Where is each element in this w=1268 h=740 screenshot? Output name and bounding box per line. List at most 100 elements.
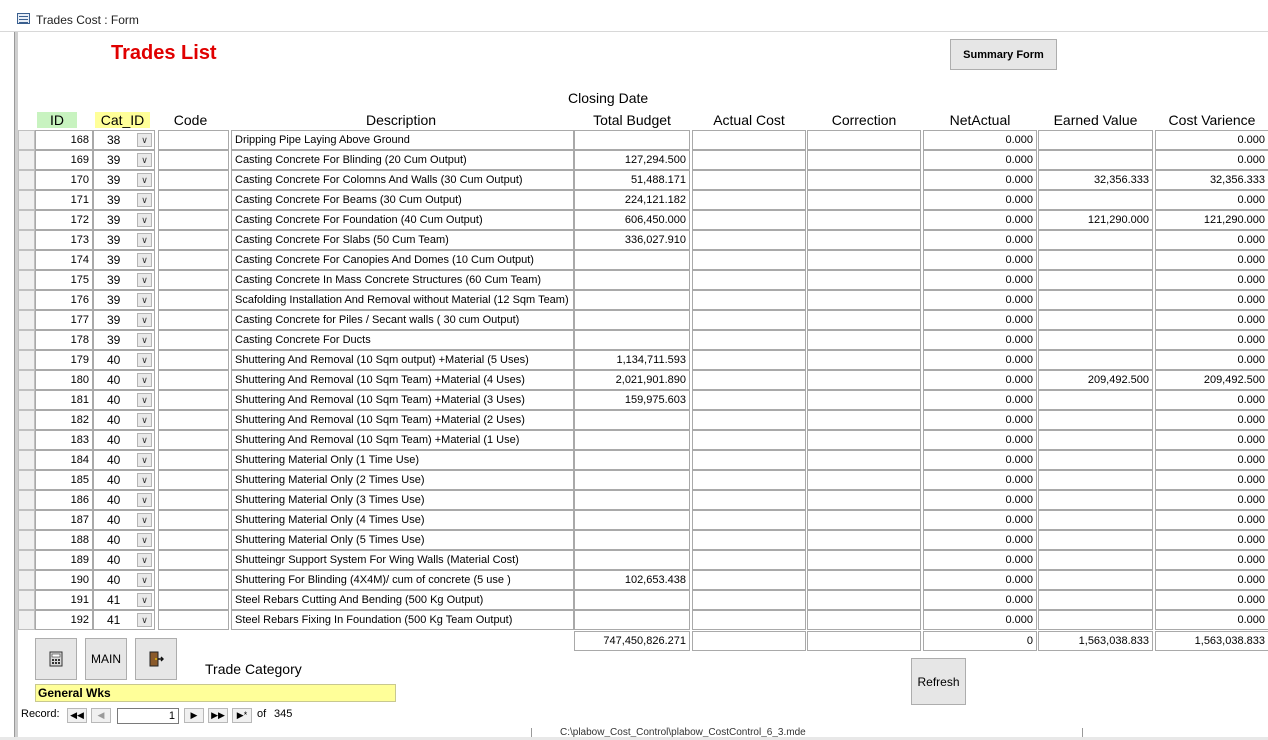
correction-cell[interactable] <box>807 470 921 490</box>
code-cell[interactable] <box>158 330 229 350</box>
total-budget-cell[interactable] <box>574 470 690 490</box>
code-cell[interactable] <box>158 430 229 450</box>
actual-cost-cell[interactable] <box>692 290 806 310</box>
total-budget-cell[interactable]: 224,121.182 <box>574 190 690 210</box>
main-button[interactable]: MAIN <box>85 638 127 680</box>
chevron-down-icon[interactable]: ∨ <box>137 573 152 587</box>
cat-id-cell[interactable]: 40 ∨ <box>93 530 155 550</box>
cat-id-cell[interactable]: 40 ∨ <box>93 490 155 510</box>
code-cell[interactable] <box>158 590 229 610</box>
code-cell[interactable] <box>158 610 229 630</box>
actual-cost-cell[interactable] <box>692 150 806 170</box>
cat-id-cell[interactable]: 40 ∨ <box>93 450 155 470</box>
description-cell[interactable]: Casting Concrete In Mass Concrete Struct… <box>231 270 574 290</box>
row-selector[interactable] <box>18 590 35 610</box>
row-selector[interactable] <box>18 510 35 530</box>
description-cell[interactable]: Shutteingr Support System For Wing Walls… <box>231 550 574 570</box>
description-cell[interactable]: Casting Concrete For Foundation (40 Cum … <box>231 210 574 230</box>
chevron-down-icon[interactable]: ∨ <box>137 333 152 347</box>
actual-cost-cell[interactable] <box>692 310 806 330</box>
description-cell[interactable]: Dripping Pipe Laying Above Ground <box>231 130 574 150</box>
total-budget-cell[interactable] <box>574 410 690 430</box>
chevron-down-icon[interactable]: ∨ <box>137 213 152 227</box>
cat-id-cell[interactable]: 39 ∨ <box>93 290 155 310</box>
cat-id-cell[interactable]: 40 ∨ <box>93 390 155 410</box>
total-budget-cell[interactable]: 1,134,711.593 <box>574 350 690 370</box>
actual-cost-cell[interactable] <box>692 610 806 630</box>
code-cell[interactable] <box>158 130 229 150</box>
actual-cost-cell[interactable] <box>692 410 806 430</box>
cat-id-cell[interactable]: 40 ∨ <box>93 430 155 450</box>
description-cell[interactable]: Casting Concrete For Beams (30 Cum Outpu… <box>231 190 574 210</box>
description-cell[interactable]: Shuttering Material Only (3 Times Use) <box>231 490 574 510</box>
correction-cell[interactable] <box>807 330 921 350</box>
code-cell[interactable] <box>158 350 229 370</box>
actual-cost-cell[interactable] <box>692 350 806 370</box>
summary-form-button[interactable]: Summary Form <box>950 39 1057 70</box>
row-selector[interactable] <box>18 210 35 230</box>
actual-cost-cell[interactable] <box>692 530 806 550</box>
description-cell[interactable]: Casting Concrete for Piles / Secant wall… <box>231 310 574 330</box>
description-cell[interactable]: Casting Concrete For Ducts <box>231 330 574 350</box>
correction-cell[interactable] <box>807 350 921 370</box>
row-selector[interactable] <box>18 450 35 470</box>
total-budget-cell[interactable]: 336,027.910 <box>574 230 690 250</box>
total-budget-cell[interactable] <box>574 450 690 470</box>
correction-cell[interactable] <box>807 430 921 450</box>
code-cell[interactable] <box>158 470 229 490</box>
correction-cell[interactable] <box>807 310 921 330</box>
correction-cell[interactable] <box>807 570 921 590</box>
chevron-down-icon[interactable]: ∨ <box>137 393 152 407</box>
code-cell[interactable] <box>158 230 229 250</box>
total-budget-cell[interactable]: 51,488.171 <box>574 170 690 190</box>
actual-cost-cell[interactable] <box>692 370 806 390</box>
code-cell[interactable] <box>158 190 229 210</box>
correction-cell[interactable] <box>807 150 921 170</box>
row-selector[interactable] <box>18 270 35 290</box>
correction-cell[interactable] <box>807 270 921 290</box>
code-cell[interactable] <box>158 150 229 170</box>
cat-id-cell[interactable]: 39 ∨ <box>93 250 155 270</box>
total-budget-cell[interactable]: 102,653.438 <box>574 570 690 590</box>
total-budget-cell[interactable] <box>574 490 690 510</box>
chevron-down-icon[interactable]: ∨ <box>137 273 152 287</box>
code-cell[interactable] <box>158 270 229 290</box>
cat-id-cell[interactable]: 40 ∨ <box>93 350 155 370</box>
row-selector[interactable] <box>18 230 35 250</box>
total-budget-cell[interactable]: 159,975.603 <box>574 390 690 410</box>
actual-cost-cell[interactable] <box>692 550 806 570</box>
description-cell[interactable]: Shuttering For Blinding (4X4M)/ cum of c… <box>231 570 574 590</box>
description-cell[interactable]: Casting Concrete For Canopies And Domes … <box>231 250 574 270</box>
code-cell[interactable] <box>158 290 229 310</box>
chevron-down-icon[interactable]: ∨ <box>137 293 152 307</box>
correction-cell[interactable] <box>807 290 921 310</box>
row-selector[interactable] <box>18 350 35 370</box>
correction-cell[interactable] <box>807 510 921 530</box>
actual-cost-cell[interactable] <box>692 130 806 150</box>
cat-id-cell[interactable]: 40 ∨ <box>93 410 155 430</box>
cat-id-cell[interactable]: 40 ∨ <box>93 550 155 570</box>
actual-cost-cell[interactable] <box>692 430 806 450</box>
correction-cell[interactable] <box>807 550 921 570</box>
total-budget-cell[interactable] <box>574 590 690 610</box>
chevron-down-icon[interactable]: ∨ <box>137 153 152 167</box>
cat-id-cell[interactable]: 39 ∨ <box>93 210 155 230</box>
row-selector[interactable] <box>18 570 35 590</box>
total-budget-cell[interactable] <box>574 510 690 530</box>
description-cell[interactable]: Shuttering And Removal (10 Sqm Team) +Ma… <box>231 410 574 430</box>
code-cell[interactable] <box>158 510 229 530</box>
code-cell[interactable] <box>158 530 229 550</box>
code-cell[interactable] <box>158 250 229 270</box>
chevron-down-icon[interactable]: ∨ <box>137 493 152 507</box>
cat-id-cell[interactable]: 39 ∨ <box>93 170 155 190</box>
row-selector[interactable] <box>18 370 35 390</box>
description-cell[interactable]: Shuttering Material Only (4 Times Use) <box>231 510 574 530</box>
correction-cell[interactable] <box>807 450 921 470</box>
code-cell[interactable] <box>158 310 229 330</box>
description-cell[interactable]: Shuttering Material Only (1 Time Use) <box>231 450 574 470</box>
total-budget-cell[interactable] <box>574 430 690 450</box>
first-record-button[interactable]: ◀◀ <box>67 708 87 723</box>
correction-cell[interactable] <box>807 370 921 390</box>
code-cell[interactable] <box>158 210 229 230</box>
actual-cost-cell[interactable] <box>692 450 806 470</box>
